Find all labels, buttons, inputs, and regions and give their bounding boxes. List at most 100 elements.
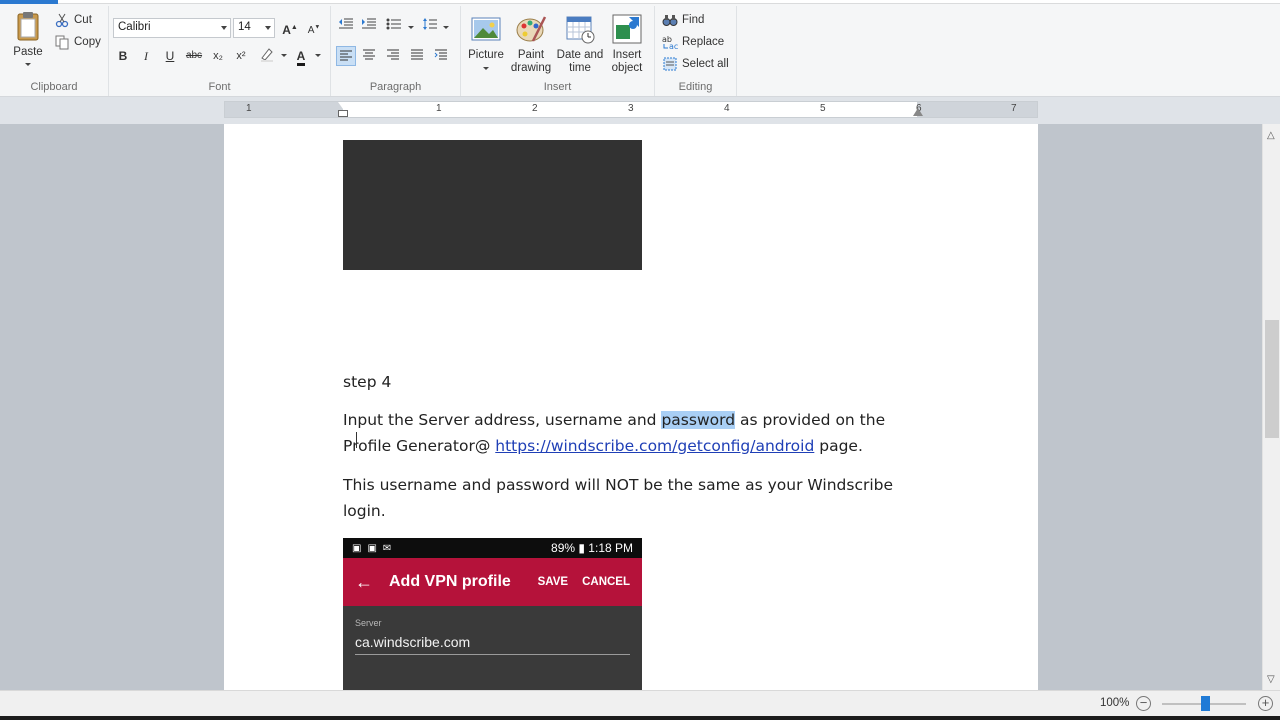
paragraph-icon: [434, 49, 448, 63]
ribbon: Paste Cut Copy Clipboard Calibri 14 A▲ A…: [0, 0, 1280, 97]
replace-button[interactable]: ab ac Replace: [662, 34, 724, 51]
embedded-image[interactable]: [343, 140, 642, 270]
select-all-label: Select all: [682, 58, 729, 70]
grow-font-icon: A▲: [282, 23, 298, 37]
highlight-dropdown-icon[interactable]: [281, 54, 287, 57]
document-area: step 4 Input the Server address, usernam…: [0, 124, 1262, 690]
highlighter-icon: [259, 48, 275, 65]
select-all-icon: [662, 56, 678, 72]
font-size-value: 14: [238, 21, 251, 33]
file-tab-indicator[interactable]: [0, 0, 58, 4]
picture-dropdown-icon[interactable]: [483, 67, 489, 70]
font-size-select[interactable]: 14: [233, 18, 275, 38]
line-spacing-button[interactable]: [420, 17, 440, 37]
decrease-indent-button[interactable]: [336, 17, 356, 37]
ruler-right-margin: [917, 102, 1037, 117]
scroll-up-icon[interactable]: △: [1267, 130, 1275, 141]
paint-label-line2: drawing: [510, 62, 552, 74]
insert-object-button[interactable]: Insert object: [607, 13, 647, 75]
zoom-slider-thumb[interactable]: [1201, 696, 1210, 711]
subscript-button[interactable]: x₂: [208, 46, 228, 66]
bullet-dropdown-icon[interactable]: [408, 26, 414, 29]
copy-label: Copy: [74, 36, 101, 48]
zoom-in-icon[interactable]: +: [1258, 696, 1273, 711]
find-button[interactable]: Find: [662, 12, 704, 28]
phone-app-bar: ← Add VPN profile SAVE CANCEL: [343, 558, 642, 606]
align-left-button[interactable]: [336, 46, 356, 66]
align-right-icon: [386, 49, 400, 63]
p3-line2: login.: [343, 502, 386, 520]
ribbon-tab-strip: [0, 0, 1280, 4]
taskbar-edge: [0, 716, 1280, 720]
picture-icon: [470, 13, 502, 45]
increase-indent-icon: [361, 18, 377, 34]
font-family-value: Calibri: [118, 21, 151, 33]
superscript-button[interactable]: x²: [231, 46, 251, 66]
scrollbar-thumb[interactable]: [1265, 320, 1279, 438]
p3-line1: This username and password will NOT be t…: [343, 476, 894, 494]
date-time-button[interactable]: Date and time: [555, 13, 605, 75]
highlight-color-button[interactable]: [257, 46, 277, 66]
paragraph-group-label: Paragraph: [369, 81, 422, 93]
calendar-clock-icon: [564, 13, 596, 45]
align-center-icon: [362, 49, 376, 63]
zoom-out-icon[interactable]: −: [1136, 696, 1151, 711]
paste-dropdown-icon[interactable]: [25, 63, 31, 66]
cut-button[interactable]: Cut: [54, 12, 92, 28]
datetime-label-line1: Date and: [556, 49, 604, 61]
ruler[interactable]: 1 1 2 3 4 5 6 7: [224, 101, 1038, 118]
justify-button[interactable]: [407, 46, 427, 66]
hanging-indent-marker[interactable]: [338, 110, 348, 117]
paint-drawing-button[interactable]: Paint drawing: [508, 13, 554, 75]
vertical-scrollbar[interactable]: △ ▽: [1262, 124, 1280, 690]
ruler-left-margin: [225, 102, 343, 117]
grow-font-button[interactable]: A▲: [280, 18, 300, 38]
ruler-number: 2: [532, 103, 538, 114]
strikethrough-button[interactable]: abc: [184, 46, 204, 66]
phone-title: Add VPN profile: [389, 573, 511, 590]
p2-text: Profile Generator@: [343, 437, 496, 455]
binoculars-icon: [662, 12, 678, 28]
object-icon: [611, 13, 643, 45]
picture-button[interactable]: Picture: [466, 13, 506, 70]
paragraph-1: Input the Server address, username and p…: [343, 407, 903, 459]
paragraph-2: This username and password will NOT be t…: [343, 472, 903, 524]
right-indent-marker[interactable]: [913, 108, 923, 116]
text-color-button[interactable]: A: [291, 46, 311, 66]
copy-icon: [54, 34, 70, 50]
text-color-dropdown-icon[interactable]: [315, 54, 321, 57]
justify-icon: [410, 49, 424, 63]
paste-button[interactable]: Paste: [8, 10, 48, 66]
left-indent-marker[interactable]: [338, 102, 348, 109]
bold-button[interactable]: B: [113, 46, 133, 66]
increase-indent-button[interactable]: [359, 17, 379, 37]
clipboard-group-label: Clipboard: [30, 81, 78, 93]
align-center-button[interactable]: [359, 46, 379, 66]
underline-button[interactable]: U: [160, 46, 180, 66]
getconfig-link[interactable]: https://windscribe.com/getconfig/android: [495, 437, 814, 455]
font-group: Calibri 14 A▲ A▼ B I U abc x₂ x² A Font: [109, 6, 331, 96]
ruler-number: 5: [820, 103, 826, 114]
phone-status-text: 89% ▮ 1:18 PM: [551, 541, 633, 555]
align-right-button[interactable]: [383, 46, 403, 66]
scroll-down-icon[interactable]: ▽: [1267, 674, 1275, 685]
ruler-number: 3: [628, 103, 634, 114]
bullet-list-button[interactable]: [384, 17, 404, 37]
ruler-number: 1: [246, 103, 252, 114]
replace-icon: ab ac: [662, 34, 678, 51]
p1-text: Input the Server address, username and: [343, 411, 662, 429]
copy-button[interactable]: Copy: [54, 34, 101, 50]
paragraph-settings-button[interactable]: [431, 46, 451, 66]
text-color-icon: A: [296, 49, 306, 66]
font-family-select[interactable]: Calibri: [113, 18, 231, 38]
insert-group: Picture Paint drawing Date and time Inse…: [461, 6, 655, 96]
document-page[interactable]: step 4 Input the Server address, usernam…: [224, 124, 1038, 690]
font-group-label: Font: [208, 81, 231, 93]
phone-screenshot-image[interactable]: ▣▣✉ 89% ▮ 1:18 PM ← Add VPN profile SAVE…: [343, 538, 642, 690]
select-all-button[interactable]: Select all: [662, 56, 729, 72]
italic-button[interactable]: I: [136, 46, 156, 66]
line-spacing-dropdown-icon[interactable]: [443, 26, 449, 29]
status-bar: 100% − +: [0, 690, 1280, 716]
shrink-font-button[interactable]: A▼: [304, 18, 324, 38]
p2-text-after: page.: [814, 437, 863, 455]
